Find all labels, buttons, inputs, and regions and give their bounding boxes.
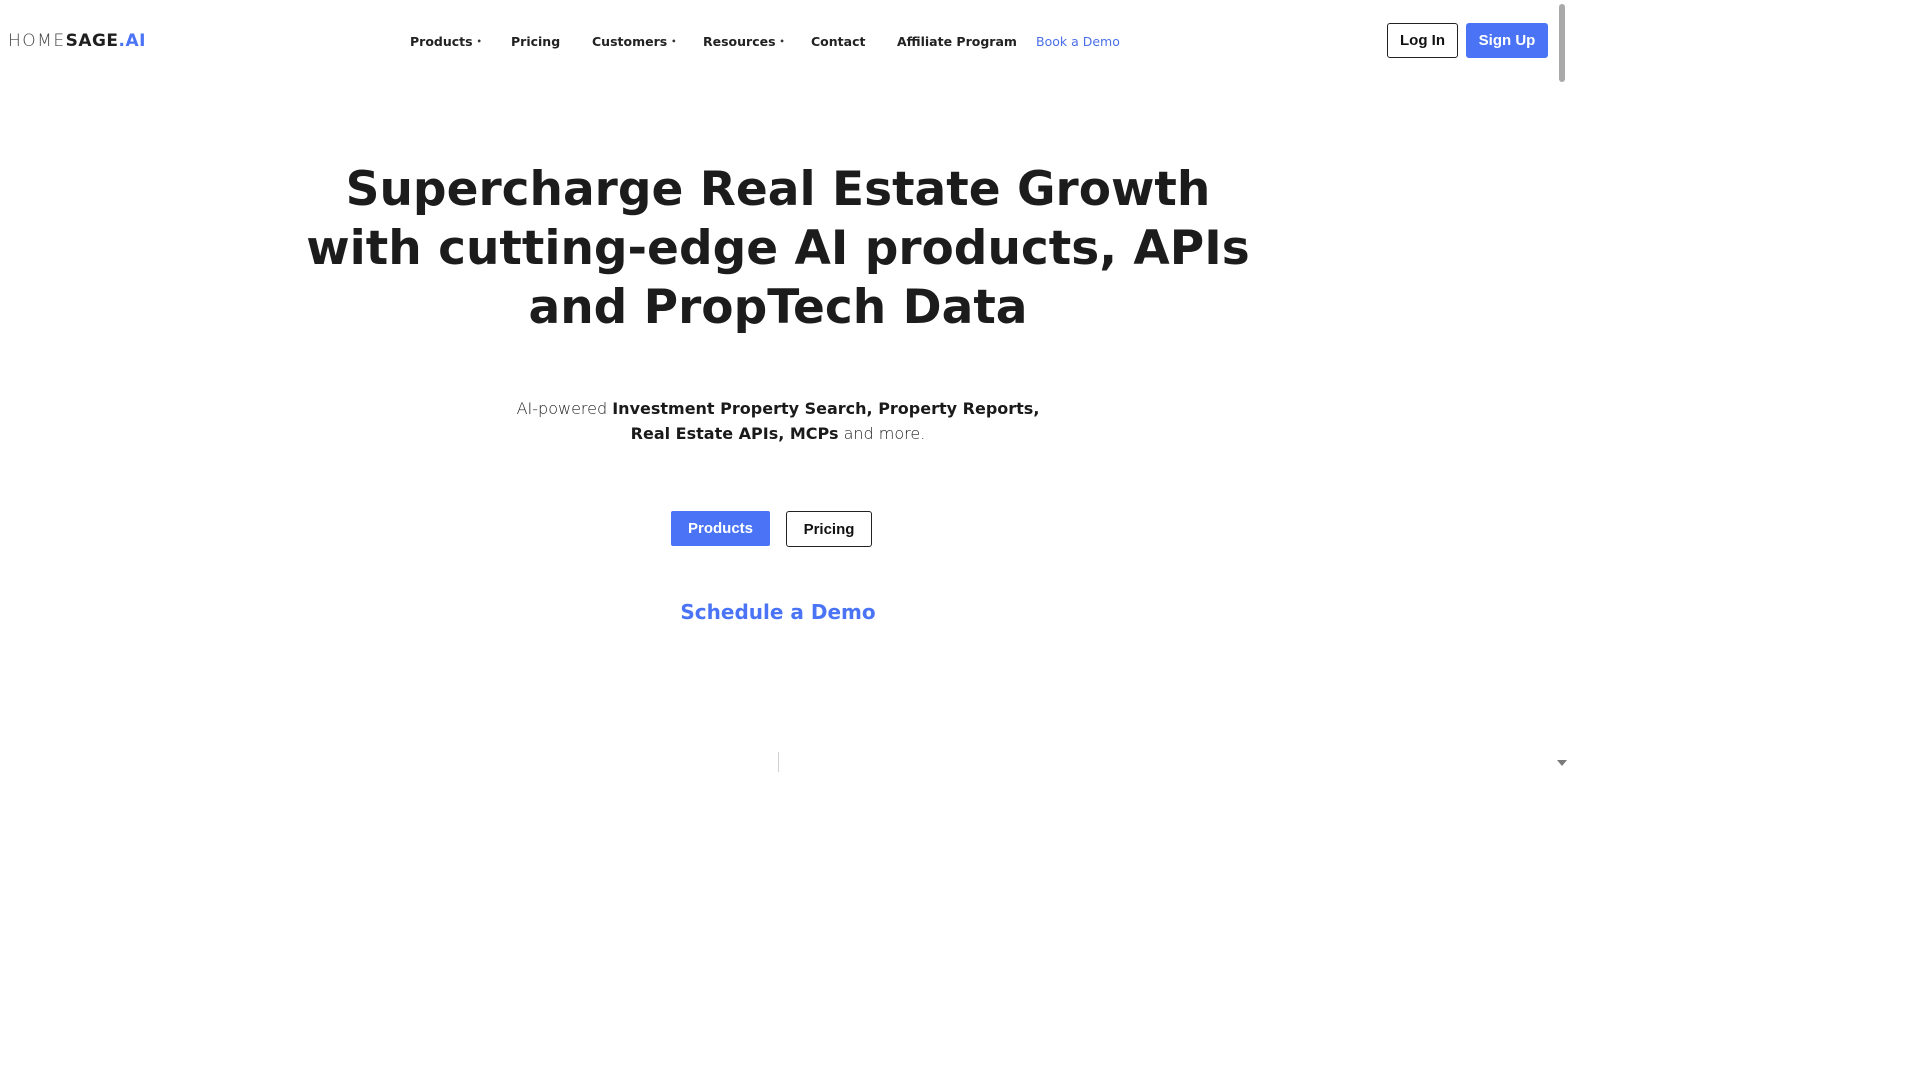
nav-item-label: Customers xyxy=(592,33,668,49)
logo-ai-text: .AI xyxy=(118,31,146,51)
page-scrollbar[interactable] xyxy=(1556,0,1568,882)
hero-title-line-3: and PropTech Data xyxy=(528,280,1028,335)
signup-button[interactable]: Sign Up xyxy=(1466,23,1548,58)
nav-item-pricing[interactable]: Pricing xyxy=(511,34,560,49)
dropdown-dot-icon: • xyxy=(779,36,785,46)
logo-home-text: HOME xyxy=(8,31,66,51)
homesage-logo[interactable]: HOME SAGE .AI xyxy=(8,30,146,52)
hero-subtitle: AI-powered Investment Property Search, P… xyxy=(478,396,1078,446)
scroll-down-arrow-icon[interactable] xyxy=(1557,760,1567,766)
vertical-divider xyxy=(778,752,779,772)
page: HOME SAGE .AI Products • Pricing Customers •… xyxy=(0,0,1568,882)
hero-subtitle-bold-2: Real Estate APIs, MCPs xyxy=(630,424,839,443)
dropdown-dot-icon: • xyxy=(476,36,482,46)
site-header: HOME SAGE .AI Products • Pricing Customers •… xyxy=(0,0,1556,82)
logo-sage-text: SAGE xyxy=(65,31,119,51)
schedule-demo-link[interactable]: Schedule a Demo xyxy=(628,600,928,624)
nav-item-label: Resources xyxy=(703,33,776,49)
nav-item-label: Pricing xyxy=(511,33,561,49)
nav-item-customers[interactable]: Customers • xyxy=(592,34,676,49)
hero-pricing-button[interactable]: Pricing xyxy=(786,511,872,547)
hero-subtitle-suffix: and more. xyxy=(838,424,926,443)
login-button[interactable]: Log In xyxy=(1387,23,1458,58)
hero-products-button[interactable]: Products xyxy=(671,511,770,546)
hero-title-line-2: with cutting-edge AI products, APIs xyxy=(306,221,1250,276)
dropdown-dot-icon: • xyxy=(671,36,677,46)
hero-title: Supercharge Real Estate Growth with cutt… xyxy=(278,160,1278,337)
hero-subtitle-bold-1: Investment Property Search, Property Rep… xyxy=(612,399,1040,418)
nav-item-affiliate-program[interactable]: Affiliate Program xyxy=(897,34,1017,49)
nav-item-contact[interactable]: Contact xyxy=(811,34,865,49)
scrollbar-thumb[interactable] xyxy=(1559,4,1565,82)
nav-item-resources[interactable]: Resources • xyxy=(703,34,785,49)
hero-title-line-1: Supercharge Real Estate Growth xyxy=(345,162,1211,217)
hero-subtitle-prefix: AI-powered xyxy=(516,399,613,418)
nav-item-label: Products xyxy=(410,33,473,49)
nav-item-book-demo[interactable]: Book a Demo xyxy=(1036,34,1120,49)
nav-item-label: Affiliate Program xyxy=(897,33,1017,49)
nav-item-products[interactable]: Products • xyxy=(410,34,482,49)
nav-item-label: Book a Demo xyxy=(1036,33,1120,49)
nav-item-label: Contact xyxy=(811,33,866,49)
